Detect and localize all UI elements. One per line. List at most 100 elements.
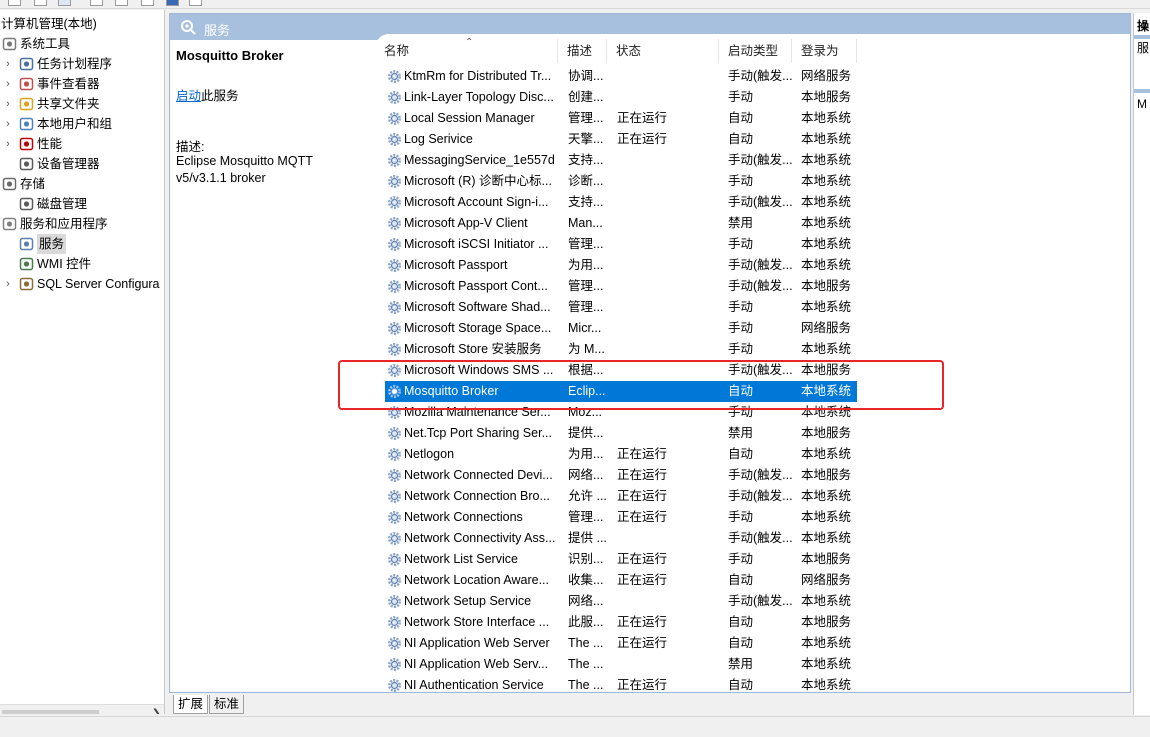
tree-item[interactable]: ⌄系统工具 bbox=[0, 34, 164, 54]
tree-item[interactable]: 服务 bbox=[0, 234, 164, 254]
service-row[interactable]: Network Connection Bro... 允许 ... 正在运行 手动(触发… bbox=[385, 486, 857, 507]
tab-standard[interactable]: 标准 bbox=[209, 695, 245, 714]
tree-item-label: 存储 bbox=[20, 177, 46, 191]
service-row[interactable]: Link-Layer Topology Disc... 创建... 手动 本地服务 bbox=[385, 87, 857, 108]
service-desc-cell: 管理... bbox=[568, 237, 604, 251]
gear-icon bbox=[388, 553, 401, 566]
chevron-right-icon[interactable]: › bbox=[3, 134, 13, 154]
tree-item[interactable]: ⌄存储 bbox=[0, 174, 164, 194]
column-header-logon[interactable]: 登录为 bbox=[792, 39, 857, 63]
service-row[interactable]: Network Setup Service 网络... 手动(触发... 本地系统 bbox=[385, 591, 857, 612]
tree-item[interactable]: › SQL Server Configura bbox=[0, 274, 164, 294]
tree-item[interactable]: › 事件查看器 bbox=[0, 74, 164, 94]
service-row[interactable]: Network Connectivity Ass... 提供 ... 手动(触发..… bbox=[385, 528, 857, 549]
chevron-right-icon[interactable]: › bbox=[3, 114, 13, 134]
toolbar-button[interactable] bbox=[166, 0, 179, 6]
service-name-cell: Microsoft Account Sign-i... bbox=[404, 195, 549, 209]
toolbar-button[interactable] bbox=[141, 0, 154, 6]
toolbar-button[interactable] bbox=[90, 0, 103, 6]
service-logon-cell: 本地系统 bbox=[801, 405, 852, 419]
column-desc-label: 描述 bbox=[567, 44, 593, 58]
scrollbar-thumb[interactable] bbox=[2, 710, 99, 714]
service-row[interactable]: Netlogon 为用... 正在运行 自动 本地系统 bbox=[385, 444, 857, 465]
actions-item-mosquitto[interactable]: M bbox=[1137, 95, 1150, 113]
service-status-cell: 正在运行 bbox=[617, 510, 668, 524]
tree-item[interactable]: › 任务计划程序 bbox=[0, 54, 164, 74]
service-row[interactable]: Microsoft Windows SMS ... 根据... 手动(触发... 本地… bbox=[385, 360, 857, 381]
service-row[interactable]: Microsoft (R) 诊断中心标... 诊断... 手动 本地系统 bbox=[385, 171, 857, 192]
service-status-cell: 正在运行 bbox=[617, 489, 668, 503]
service-row[interactable]: Mozilla Maintenance Ser... Moz... 手动 本地系统 bbox=[385, 402, 857, 423]
service-row[interactable]: Microsoft iSCSI Initiator ... 管理... 手动 本地系统 bbox=[385, 234, 857, 255]
service-desc-cell: 允许 ... bbox=[568, 489, 606, 503]
service-row[interactable]: NI Application Web Serv... The ... 禁用 本地系统 bbox=[385, 654, 857, 675]
scroll-right-icon[interactable]: ❯ bbox=[152, 707, 161, 714]
tree-item[interactable]: 设备管理器 bbox=[0, 154, 164, 174]
gear-icon bbox=[388, 259, 401, 272]
service-name-cell: Netlogon bbox=[404, 447, 455, 461]
service-row[interactable]: Network Store Interface ... 此服... 正在运行 自动 本地… bbox=[385, 612, 857, 633]
chevron-right-icon[interactable]: › bbox=[3, 54, 13, 74]
tree-item-label: 系统工具 bbox=[20, 37, 71, 51]
gear-icon bbox=[388, 448, 401, 461]
toolbar-button[interactable] bbox=[34, 0, 47, 6]
actions-pane-divider bbox=[1134, 89, 1150, 93]
service-row[interactable]: Network Location Aware... 收集... 正在运行 自动 网络服务 bbox=[385, 570, 857, 591]
toolbar-button[interactable] bbox=[58, 0, 71, 6]
view-tabs: 扩展 标准 bbox=[169, 694, 1131, 716]
toolbar-button[interactable] bbox=[115, 0, 128, 6]
service-row[interactable]: Network Connections 管理... 正在运行 手动 本地系统 bbox=[385, 507, 857, 528]
service-desc-cell: 提供 ... bbox=[568, 531, 606, 545]
actions-item-services[interactable]: 服 bbox=[1137, 39, 1150, 57]
service-row[interactable]: NI Application Web Server The ... 正在运行 自动 本地… bbox=[385, 633, 857, 654]
service-row[interactable]: Microsoft Storage Space... Micr... 手动 网络服务 bbox=[385, 318, 857, 339]
tree-item-label: 任务计划程序 bbox=[37, 57, 113, 71]
tree-item[interactable]: › 性能 bbox=[0, 134, 164, 154]
column-header-name[interactable]: 名称 ⌃ bbox=[375, 37, 558, 63]
gear-icon bbox=[388, 385, 401, 398]
service-row[interactable]: Network Connected Devi... 网络... 正在运行 手动(触发.… bbox=[385, 465, 857, 486]
service-row[interactable]: Mosquitto Broker Eclip... 自动 本地系统 bbox=[385, 381, 857, 402]
service-row[interactable]: NI Authentication Service The ... 正在运行 自动 本地… bbox=[385, 675, 857, 692]
toolbar-button[interactable] bbox=[189, 0, 202, 6]
service-logon-cell: 网络服务 bbox=[801, 573, 852, 587]
tree-item[interactable]: ⌄服务和应用程序 bbox=[0, 214, 164, 234]
service-name-cell: NI Authentication Service bbox=[404, 678, 544, 692]
column-startup-label: 启动类型 bbox=[728, 44, 779, 58]
service-name-cell: Microsoft iSCSI Initiator ... bbox=[404, 237, 549, 251]
service-row[interactable]: Log Serivice 天擎... 正在运行 自动 本地系统 bbox=[385, 129, 857, 150]
service-row[interactable]: Net.Tcp Port Sharing Ser... 提供... 禁用 本地服务 bbox=[385, 423, 857, 444]
chevron-right-icon[interactable]: › bbox=[3, 74, 13, 94]
service-logon-cell: 本地系统 bbox=[801, 153, 852, 167]
tree-item[interactable]: › 共享文件夹 bbox=[0, 94, 164, 114]
column-header-startup[interactable]: 启动类型 bbox=[719, 39, 792, 63]
service-row[interactable]: Microsoft Passport 为用... 手动(触发... 本地系统 bbox=[385, 255, 857, 276]
start-service-link[interactable]: 启动 bbox=[176, 89, 201, 103]
service-row[interactable]: Network List Service 识别... 正在运行 手动 本地服务 bbox=[385, 549, 857, 570]
service-row[interactable]: Microsoft Store 安装服务 为 M... 手动 本地系统 bbox=[385, 339, 857, 360]
service-row[interactable]: Microsoft App-V Client Man... 禁用 本地系统 bbox=[385, 213, 857, 234]
tree-horizontal-scrollbar[interactable]: ❯ bbox=[0, 704, 164, 714]
tab-extended[interactable]: 扩展 bbox=[173, 695, 209, 714]
service-row[interactable]: MessagingService_1e557d 支持... 手动(触发... 本地系统 bbox=[385, 150, 857, 171]
service-desc-cell: 创建... bbox=[568, 90, 604, 104]
tree-item[interactable]: 磁盘管理 bbox=[0, 194, 164, 214]
disk-icon bbox=[19, 197, 34, 211]
column-header-status[interactable]: 状态 bbox=[607, 39, 719, 63]
column-header-desc[interactable]: 描述 bbox=[558, 39, 607, 63]
chevron-right-icon[interactable]: › bbox=[3, 94, 13, 114]
service-row[interactable]: Microsoft Account Sign-i... 支持... 手动(触发...… bbox=[385, 192, 857, 213]
service-row[interactable]: Microsoft Software Shad... 管理... 手动 本地系统 bbox=[385, 297, 857, 318]
service-row[interactable]: KtmRm for Distributed Tr... 协调... 手动(触发...… bbox=[385, 66, 857, 87]
service-desc-cell: 管理... bbox=[568, 111, 604, 125]
service-name-cell: Link-Layer Topology Disc... bbox=[404, 90, 554, 104]
device-manager-icon bbox=[19, 157, 34, 171]
service-row[interactable]: Local Session Manager 管理... 正在运行 自动 本地系统 bbox=[385, 108, 857, 129]
service-startup-cell: 手动 bbox=[728, 237, 754, 251]
toolbar-button[interactable] bbox=[8, 0, 21, 6]
tree-item[interactable]: › 本地用户和组 bbox=[0, 114, 164, 134]
tree-item[interactable]: WMI 控件 bbox=[0, 254, 164, 274]
gear-icon bbox=[388, 70, 401, 83]
service-row[interactable]: Microsoft Passport Cont... 管理... 手动(触发... 本… bbox=[385, 276, 857, 297]
chevron-right-icon[interactable]: › bbox=[3, 274, 13, 294]
